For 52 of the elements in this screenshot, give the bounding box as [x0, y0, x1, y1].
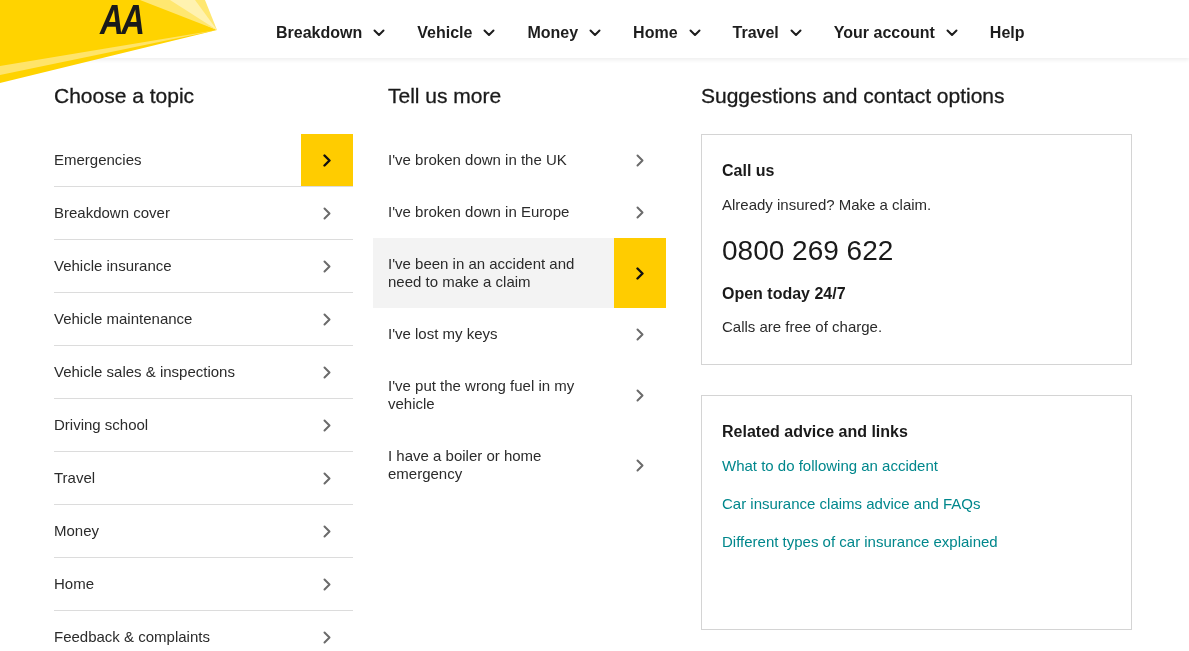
chevron-right-icon [636, 153, 644, 167]
chevron-right-icon [636, 388, 644, 402]
nav-menu-item[interactable]: Your account [833, 23, 958, 43]
topic-item[interactable]: Travel [54, 452, 353, 505]
phone-number[interactable]: 0800 269 622 [722, 235, 894, 267]
chevron-right-icon [323, 577, 331, 591]
detail-item[interactable]: I've put the wrong fuel in my vehicle [373, 360, 666, 430]
card-text: Calls are free of charge. [722, 318, 883, 336]
detail-item[interactable]: I've lost my keys [373, 308, 666, 360]
chevron-right-icon [323, 418, 331, 432]
topic-item[interactable]: Vehicle maintenance [54, 293, 353, 346]
column-heading: Choose a topic [54, 83, 196, 109]
advice-link[interactable]: What to do following an accident [722, 456, 938, 476]
nav-menu-item[interactable]: Vehicle [417, 23, 496, 43]
chevron-right-icon [636, 458, 644, 472]
nav-menu-item[interactable]: Travel [732, 23, 802, 43]
chevron-right-icon [323, 471, 331, 485]
advice-link[interactable]: Car insurance claims advice and FAQs [722, 494, 981, 514]
detail-item[interactable]: I've broken down in the UK [373, 134, 666, 186]
nav-menu-item[interactable]: Home [633, 23, 701, 43]
chevron-right-icon [323, 206, 331, 220]
column-heading: Tell us more [387, 83, 503, 109]
topic-item[interactable]: Money [54, 505, 353, 558]
nav-menu-item[interactable]: Breakdown [276, 23, 386, 43]
column-heading: Suggestions and contact options [701, 83, 1006, 109]
card-text: Already insured? Make a claim. [722, 196, 932, 214]
chevron-right-icon [614, 238, 666, 308]
card-title: Call us [722, 161, 775, 181]
chevron-right-icon [323, 365, 331, 379]
topic-item[interactable]: Driving school [54, 399, 353, 452]
detail-item[interactable]: I've broken down in Europe [373, 186, 666, 238]
opening-hours: Open today 24/7 [722, 284, 846, 304]
topic-item[interactable]: Home [54, 558, 353, 611]
chevron-right-icon [323, 630, 331, 644]
topic-item[interactable]: Feedback & complaints [54, 611, 353, 651]
chevron-right-icon [636, 327, 644, 341]
chevron-right-icon [323, 312, 331, 326]
nav-menu-item[interactable]: Money [527, 23, 602, 43]
chevron-right-icon [323, 259, 331, 273]
topic-item[interactable]: Vehicle sales & inspections [54, 346, 353, 399]
topic-item[interactable]: Emergencies [54, 134, 353, 187]
card-title: Related advice and links [722, 422, 908, 442]
advice-link[interactable]: Different types of car insurance explained [722, 532, 998, 552]
topic-item[interactable]: Breakdown cover [54, 187, 353, 240]
detail-item[interactable]: I have a boiler or home emergency [373, 430, 666, 500]
detail-item[interactable]: I've been in an accident and need to make a claim [373, 238, 666, 308]
chevron-right-icon [301, 134, 353, 186]
chevron-right-icon [636, 205, 644, 219]
chevron-right-icon [323, 524, 331, 538]
logo[interactable]: AA [0, 0, 217, 83]
nav-menu-item[interactable]: Help [989, 23, 1025, 43]
topic-item[interactable]: Vehicle insurance [54, 240, 353, 293]
